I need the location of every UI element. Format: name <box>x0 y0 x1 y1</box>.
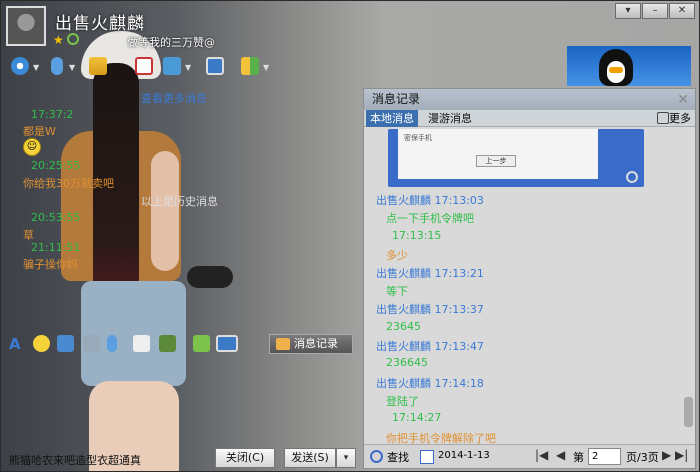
qq-penguin-beak <box>609 67 623 73</box>
chevron-down-icon[interactable]: ▼ <box>263 63 269 72</box>
record-message: 点一下手机令牌吧 <box>386 212 474 225</box>
tab-local-messages[interactable]: 本地消息 <box>366 110 418 127</box>
history-hint: 以上是历史消息 <box>141 195 218 208</box>
screenshot-icon[interactable] <box>216 335 238 352</box>
voice-call-icon[interactable] <box>51 57 63 75</box>
image-icon[interactable] <box>83 335 100 352</box>
apps-grid-icon[interactable] <box>241 57 259 75</box>
minimize-button[interactable]: – <box>642 3 668 19</box>
last-page-button[interactable]: ▶| <box>675 448 688 462</box>
chevron-down-icon[interactable]: ▼ <box>33 63 39 72</box>
speaker-icon[interactable] <box>657 112 669 124</box>
gift-icon[interactable] <box>193 335 210 352</box>
page-number-input[interactable]: 2 <box>588 448 621 465</box>
record-message: 等下 <box>386 285 408 298</box>
font-icon[interactable]: A <box>9 335 26 353</box>
record-message: 23645 <box>386 320 421 333</box>
chat-time: 17:37:2 <box>31 108 74 121</box>
thumbnail-content: 密保手机 上一步 <box>398 129 598 179</box>
first-page-button[interactable]: |◀ <box>535 448 548 462</box>
search-icon[interactable] <box>370 450 383 463</box>
scrollbar-thumb[interactable] <box>684 397 693 427</box>
page-total: 页/3页 <box>626 451 659 464</box>
record-message: 236645 <box>386 356 428 369</box>
send-button[interactable]: 发送(S) <box>284 448 336 468</box>
star-icon: ★ <box>53 33 64 47</box>
record-header: 出售火麒麟 17:13:03 <box>376 194 484 207</box>
record-message: 17:13:15 <box>392 229 442 242</box>
chevron-down-icon[interactable]: ▼ <box>69 63 75 72</box>
thumbnail-button: 上一步 <box>476 155 516 167</box>
chat-message: 骗子操你妈 <box>23 258 78 271</box>
screenshot-thumbnail[interactable]: 密保手机 上一步 <box>388 129 644 187</box>
calendar-icon[interactable] <box>420 450 434 464</box>
chat-time: 20:53:55 <box>31 211 81 224</box>
tab-roaming-messages[interactable]: 漫游消息 <box>424 110 476 127</box>
message-record-panel: 消息记录 ✕ 本地消息 漫游消息 更多 密保手机 上一步 出售火麒麟 17:13… <box>363 88 696 469</box>
sunglasses-icon <box>187 266 233 288</box>
scribble-icon[interactable] <box>133 335 150 352</box>
video-call-icon[interactable] <box>11 57 29 75</box>
page-prefix: 第 <box>573 451 584 464</box>
smile-emoji-icon: ☺ <box>23 138 41 156</box>
record-message: 17:14:27 <box>392 411 442 424</box>
online-status-icon <box>67 33 79 45</box>
chat-message: 你给我30万就卖吧 <box>23 177 114 190</box>
close-window-button[interactable]: ✕ <box>669 3 695 19</box>
thumbnail-text: 密保手机 <box>404 134 432 142</box>
record-tabs: 本地消息 漫游消息 更多 <box>364 110 695 127</box>
file-transfer-icon[interactable] <box>89 57 107 75</box>
more-link[interactable]: 更多 <box>669 110 691 127</box>
photo-icon[interactable] <box>159 335 176 352</box>
chevron-down-icon[interactable]: ▼ <box>185 63 191 72</box>
more-messages-link[interactable]: 查看更多消息 <box>141 90 207 106</box>
message-record-icon <box>276 338 290 350</box>
message-record-label: 消息记录 <box>294 337 338 350</box>
app-icon[interactable] <box>135 57 153 75</box>
message-input[interactable]: 熊猫哈农来吧造型衣超通真 <box>9 452 141 468</box>
record-header: 出售火麒麟 17:14:18 <box>376 377 484 390</box>
message-record-button[interactable]: 消息记录 <box>269 334 353 354</box>
close-icon[interactable]: ✕ <box>677 90 689 111</box>
record-message: 登陆了 <box>386 395 419 408</box>
photo-shorts <box>81 281 186 386</box>
menu-button[interactable]: ▾ <box>615 3 641 19</box>
next-page-button[interactable]: ▶ <box>662 448 671 462</box>
screen-share-icon[interactable] <box>206 57 224 75</box>
record-header: 出售火麒麟 17:13:37 <box>376 303 484 316</box>
qq-ad-banner[interactable] <box>567 46 691 86</box>
emoji-icon[interactable] <box>33 335 50 352</box>
chat-time: 20:25:55 <box>31 159 81 172</box>
photo-arm <box>151 151 179 271</box>
shake-icon[interactable] <box>57 335 74 352</box>
close-button[interactable]: 关闭(C) <box>215 448 275 468</box>
contact-signature: 做等我的三万赞@ <box>127 36 215 49</box>
record-header: 出售火麒麟 17:13:47 <box>376 340 484 353</box>
qq-chat-window: 出售火麒麟 ★ 做等我的三万赞@ ▾ – ✕ ▼ ▼ ▼ ▼ 查看更多消息 17… <box>0 0 700 472</box>
prev-page-button[interactable]: ◀ <box>556 448 565 462</box>
record-message: 多少 <box>386 249 408 262</box>
find-button[interactable]: 查找 <box>387 449 409 465</box>
zoom-icon[interactable] <box>626 171 638 183</box>
record-footer: 查找 2014-1-13 |◀ ◀ 第 2 页/3页 ▶ ▶| <box>364 444 695 468</box>
voice-message-icon[interactable] <box>107 335 117 352</box>
qq-penguin-icon <box>599 49 633 86</box>
window-controls: ▾ – ✕ <box>614 3 695 19</box>
record-header: 出售火麒麟 17:13:21 <box>376 267 484 280</box>
avatar[interactable] <box>6 6 46 46</box>
remote-desktop-icon[interactable] <box>163 57 181 75</box>
chat-time: 21:11:51 <box>31 241 81 254</box>
chat-message: 都是W <box>23 125 56 138</box>
contact-nickname[interactable]: 出售火麒麟 <box>55 9 145 34</box>
date-value[interactable]: 2014-1-13 <box>438 450 490 461</box>
panel-title: 消息记录 <box>372 92 421 106</box>
panel-title-bar: 消息记录 ✕ <box>364 89 695 110</box>
send-options-dropdown[interactable]: ▾ <box>336 448 356 468</box>
